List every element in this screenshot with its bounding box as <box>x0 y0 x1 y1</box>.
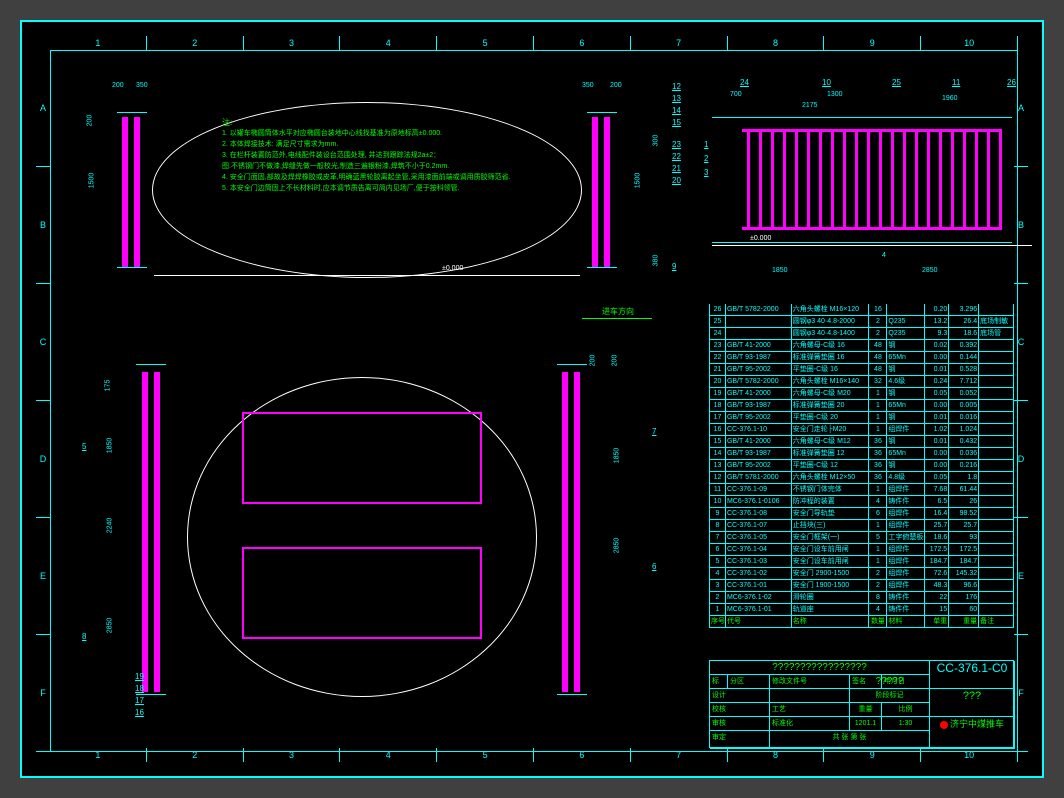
ruler-cell: 2 <box>147 36 244 50</box>
bom-row: 12GB/T 5781-2000六角头螺栓 M12×50364.8级0.051.… <box>710 472 1014 484</box>
bom-row: 14GB/T 93-1987标准弹簧垫圈 123665Mn0.000.036 <box>710 448 1014 460</box>
company-name: 济宁中煤推车 <box>930 717 1015 749</box>
bom-row: 4CC-376.1-02安全门 2900-15002组焊件72.6145.32 <box>710 568 1014 580</box>
ruler-cell: 8 <box>728 36 825 50</box>
drawing-number: CC-376.1-C0 <box>930 661 1015 689</box>
direction-arrow <box>582 318 652 319</box>
ruler-cell: E <box>36 518 50 635</box>
ruler-cell: 4 <box>340 36 437 50</box>
direction-label: 进车方向 <box>602 306 634 317</box>
ruler-cell: 9 <box>824 36 921 50</box>
ruler-cell: 5 <box>437 36 534 50</box>
bom-row: 19GB/T 41-2000六角螺母-C级 M201钢0.050.052 <box>710 388 1014 400</box>
ruler-cell: A <box>36 50 50 167</box>
ruler-cell: 6 <box>534 36 631 50</box>
bom-row: 13GB/T 95-2002平垫圈-C级 1236钢0.000.216 <box>710 460 1014 472</box>
ruler-left: ABCDEF <box>36 50 50 752</box>
drawing-name: ????????????????? <box>710 661 930 675</box>
ruler-cell: 7 <box>631 36 728 50</box>
elevation-view-2: 700 1300 2175 1960 1850 2850 4 ±0.000 <box>702 87 1032 282</box>
notes-block: 注: 1. 以罐车椭圆筒体水平对应椭圆台装地中心线找基准为原地标高±0.000.… <box>222 117 602 194</box>
notes-title: 注: <box>222 117 602 128</box>
bom-row: 9CC-376.1-08安全门导轨垫6组焊件16.498.52 <box>710 508 1014 520</box>
bom-row: 15GB/T 41-2000六角螺母-C级 M1236钢0.010.432 <box>710 436 1014 448</box>
ruler-cell: 1 <box>50 36 147 50</box>
bom-row: 2MC6-376.1-02滑轮圈8铸件件22176 <box>710 592 1014 604</box>
bom-row: 24圆钢φ3 40·4.8-14002Q2359.318.6底场管 <box>710 328 1014 340</box>
bom-row: 23GB/T 41-2000六角螺母-C级 1648钢0.020.392 <box>710 340 1014 352</box>
logo-icon <box>940 721 948 729</box>
bom-row: 22GB/T 93-1987标准弹簧垫圈 164865Mn0.000.144 <box>710 352 1014 364</box>
bom-row: 26GB/T 5782-2000六角头螺栓 M16×120160.203.296 <box>710 304 1014 316</box>
bom-row: 7CC-376.1-05安全门框架(一)5工字俯楚板件18.693 <box>710 532 1014 544</box>
bom-table: 26GB/T 5782-2000六角头螺栓 M16×120160.203.296… <box>709 304 1014 628</box>
ruler-cell: 10 <box>921 36 1018 50</box>
ruler-cell: C <box>36 284 50 401</box>
bom-row: 21GB/T 95-2002平垫圈-C级 1648钢0.010.528 <box>710 364 1014 376</box>
bom-row: 6CC-376.1-04安全门设车前用闸1组焊件172.5172.5 <box>710 544 1014 556</box>
cad-frame: 12345678910 12345678910 ABCDEF ABCDEF 20… <box>20 20 1044 778</box>
bom-row: 11CC-376.1-09不锈钢门体完体1组焊件7.6861.44 <box>710 484 1014 496</box>
bom-row: 20GB/T 5782-2000六角头螺栓 M16×140324.6级0.247… <box>710 376 1014 388</box>
datum-label: ±0.000 <box>442 265 463 272</box>
ruler-cell: D <box>36 401 50 518</box>
bom-row: 18GB/T 93-1987标准弹簧垫圈 20165Mn0.000.005 <box>710 400 1014 412</box>
title-block: ????????????????? CC-376.1-C0 标记 分区 修改文件… <box>709 660 1014 748</box>
bom-row: 8CC-376.1-07止挡块(三)1组焊件25.725.7 <box>710 520 1014 532</box>
bom-row: 3CC-376.1-01安全门 1900-15002组焊件48.396.6 <box>710 580 1014 592</box>
bom-row: 1MC6-376.1-01轨道座4铸件件1560 <box>710 604 1014 616</box>
bom-row: 10MC6-376.1-0106防冲程的装置4铸件件6.526 <box>710 496 1014 508</box>
plan-view: 175 1850 2240 2850 1850 2850 200 200 <box>92 332 652 702</box>
ruler-cell: 3 <box>244 36 341 50</box>
ruler-top: 12345678910 <box>50 36 1018 50</box>
bom-row: 16CC-376.1-10安全门走轮├M201组焊件1.021.024 <box>710 424 1014 436</box>
bom-row: 25圆钢φ3 40·4.8-20002Q23513.226.4底场制敏 <box>710 316 1014 328</box>
bom-header-row: 序号 代号 名称 数量 材料 单重 重量 备注 <box>710 616 1014 628</box>
sub-name: ??? <box>930 689 1015 717</box>
bom-row: 17GB/T 95-2002平垫圈-C级 201钢0.010.016 <box>710 412 1014 424</box>
ruler-cell: B <box>36 167 50 284</box>
bom-row: 5CC-376.1-03安全门设车前用闸1组焊件184.7184.7 <box>710 556 1014 568</box>
ruler-cell: F <box>36 635 50 752</box>
